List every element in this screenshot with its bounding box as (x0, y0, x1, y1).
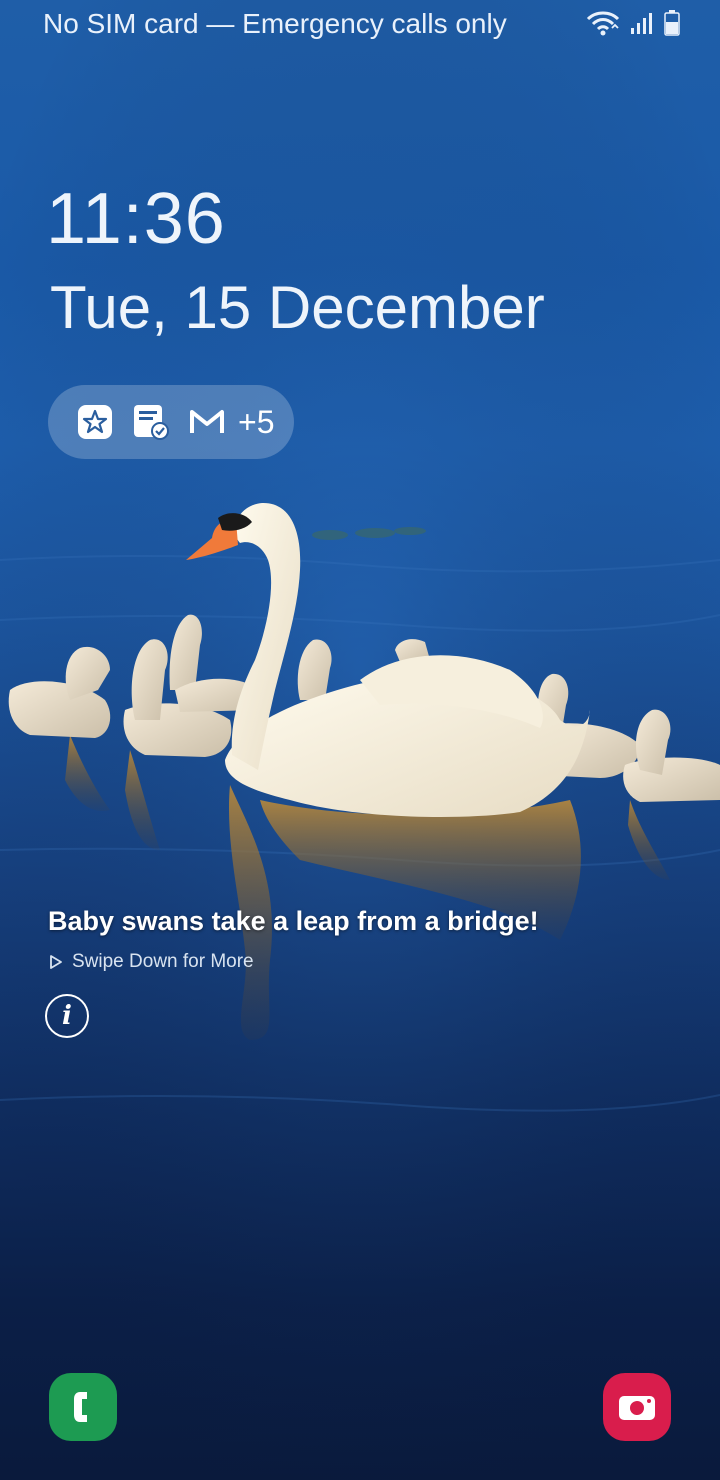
notification-icons-pill[interactable]: +5 (48, 385, 294, 459)
galaxy-store-icon (76, 403, 114, 441)
lockscreen-date: Tue, 15 December (50, 274, 545, 341)
info-icon: i (62, 1001, 72, 1031)
swipe-hint-label: Swipe Down for More (72, 951, 254, 972)
more-notifications-count: +5 (238, 403, 275, 440)
status-icons (586, 10, 680, 36)
carrier-status-text: No SIM card — Emergency calls only (43, 8, 507, 39)
status-bar: No SIM card — Emergency calls only (0, 0, 720, 50)
phone-shortcut-button[interactable] (49, 1373, 117, 1441)
lockscreen-clock: 11:36 (46, 179, 226, 259)
camera-icon (619, 1396, 655, 1420)
gmail-icon (188, 403, 226, 441)
phone-icon (74, 1392, 87, 1422)
info-button[interactable]: i (45, 994, 89, 1038)
swipe-down-hint: Swipe Down for More (50, 951, 254, 973)
signal-icon (631, 13, 652, 34)
wallpaper-story-title[interactable]: Baby swans take a leap from a bridge! (48, 906, 539, 937)
play-triangle-icon (50, 955, 62, 969)
camera-shortcut-button[interactable] (603, 1373, 671, 1441)
battery-icon (664, 10, 680, 36)
wifi-icon (586, 11, 620, 36)
reminder-icon (132, 403, 170, 441)
